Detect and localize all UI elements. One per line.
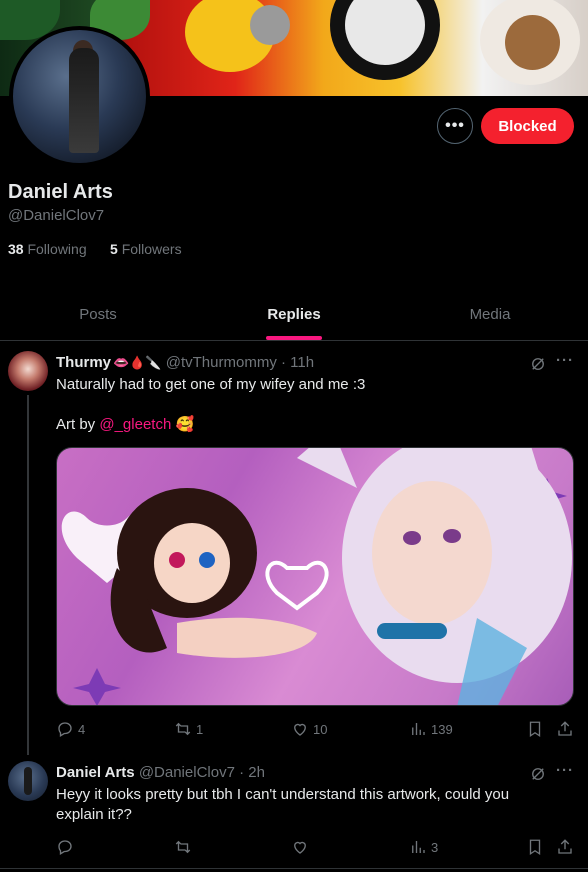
views-icon [412,723,425,735]
reply-grok-icon[interactable] [529,765,547,788]
reply-like-button[interactable] [291,838,309,856]
repost-button[interactable]: 1 [174,720,203,738]
reply-time[interactable]: · 2h [239,764,265,781]
share-icon[interactable] [556,720,574,743]
reply-header: Daniel Arts @DanielClov7 · 2h [56,763,265,783]
reply-more-icon[interactable]: ··· [556,762,574,779]
grok-icon[interactable] [529,355,547,378]
bookmark-icon[interactable] [526,720,544,743]
post-image[interactable] [56,447,574,706]
author-emoji: 👄🩸🔪 [113,355,162,370]
reply-bookmark-icon[interactable] [526,838,544,861]
reply-author-avatar[interactable] [8,761,48,801]
reply-reply-button[interactable] [56,838,74,856]
reply-share-icon[interactable] [556,838,574,861]
reply-author-handle[interactable]: @DanielClov7 [139,764,235,781]
followers-link[interactable]: 5 Followers [110,241,182,257]
tab-media[interactable]: Media [392,293,588,340]
reply-author-name[interactable]: Daniel Arts [56,764,135,781]
like-icon [294,841,306,854]
post-author-avatar[interactable] [8,351,48,391]
divider [0,868,588,869]
blocked-button[interactable]: Blocked [481,108,574,144]
more-icon: ••• [445,117,465,134]
views-icon [412,841,425,853]
following-link[interactable]: 38 Following [8,241,87,257]
tab-active-indicator [266,336,322,340]
repost-icon [175,840,191,854]
tab-posts[interactable]: Posts [0,293,196,340]
post-time[interactable]: · 11h [281,354,314,371]
views-button[interactable]: 139 [409,720,453,738]
post-text-credit: Art by @_gleetch 🥰 [56,416,195,433]
reply-text-line-1: Heyy it looks pretty but tbh I can't und… [56,786,510,803]
post-header: Thurmy 👄🩸🔪 @tvThurmommy · 11h [56,353,314,373]
tab-replies[interactable]: Replies [196,293,392,340]
reply-text-line-2: explain it?? [56,806,132,823]
profile-avatar[interactable] [9,26,150,167]
profile-tabs: Posts Replies Media [0,293,588,341]
reply-icon [58,722,72,737]
smile-emoji: 🥰 [175,416,195,433]
mention-link[interactable]: @_gleetch [99,416,171,433]
like-icon [294,723,306,736]
reply-repost-button[interactable] [174,838,192,856]
profile-name: Daniel Arts [8,181,113,203]
like-button[interactable]: 10 [291,720,327,738]
reply-button[interactable]: 4 [56,720,85,738]
reply-icon [58,840,72,855]
post-more-icon[interactable]: ··· [556,352,574,369]
post-author-handle[interactable]: @tvThurmommy [166,354,277,371]
post-text-line: Naturally had to get one of my wifey and… [56,376,366,393]
profile-handle: @DanielClov7 [8,207,105,224]
more-options-button[interactable]: ••• [437,108,473,144]
thread-line [27,395,29,755]
reply-views-button[interactable]: 3 [409,838,438,856]
post-author-name[interactable]: Thurmy [56,354,111,371]
repost-icon [175,722,191,736]
